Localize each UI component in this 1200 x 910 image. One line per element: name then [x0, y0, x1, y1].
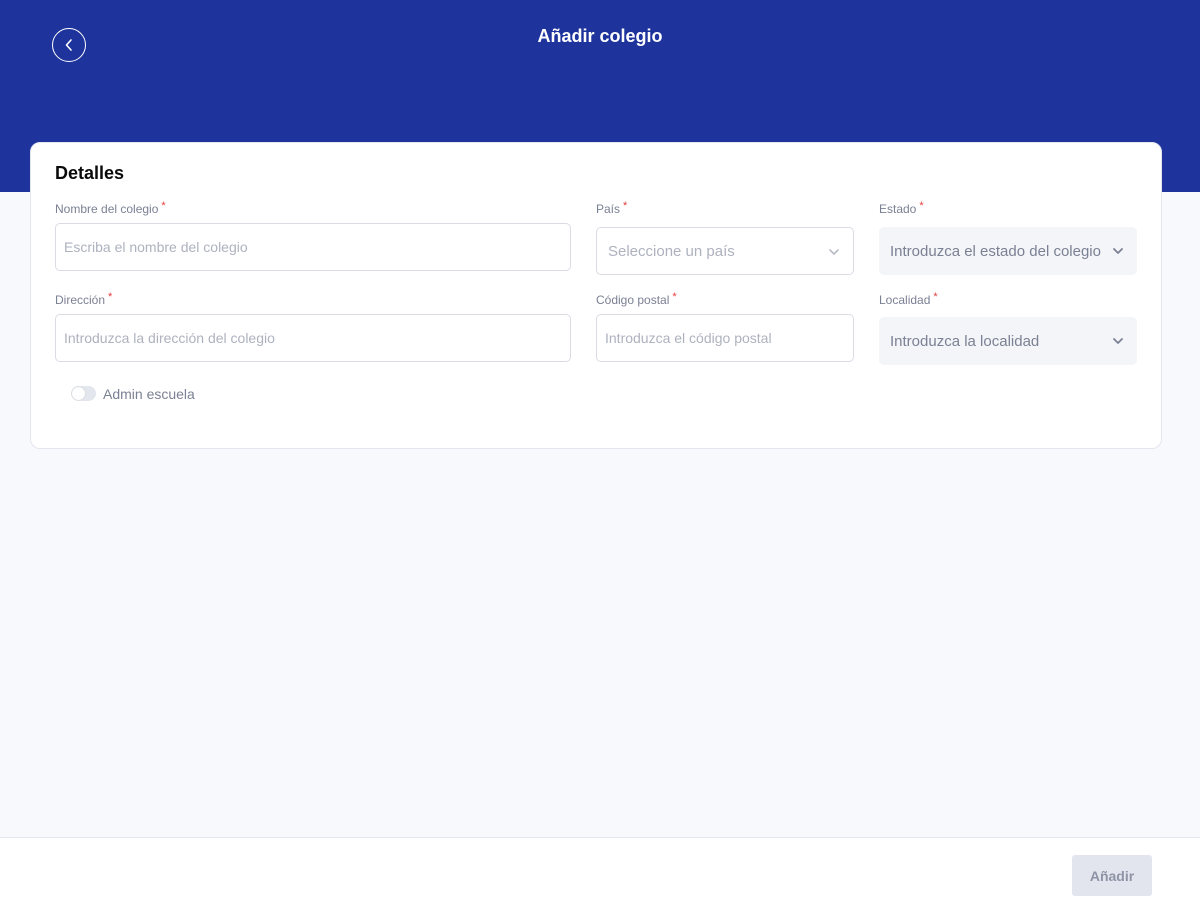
locality-select-value: Introduzca la localidad	[890, 332, 1040, 350]
country-select-value: Seleccione un país	[608, 242, 735, 260]
required-asterisk: *	[919, 200, 924, 212]
state-select[interactable]: Introduzca el estado del colegio	[879, 227, 1137, 275]
address-label: Dirección *	[55, 291, 113, 307]
toggle-knob	[72, 387, 85, 400]
required-asterisk: *	[623, 200, 628, 212]
required-asterisk: *	[672, 291, 677, 303]
address-input[interactable]	[55, 314, 571, 362]
locality-label: Localidad *	[879, 291, 938, 307]
required-asterisk: *	[933, 291, 938, 303]
admin-school-toggle-label: Admin escuela	[103, 386, 195, 402]
locality-select[interactable]: Introduzca la localidad	[879, 317, 1137, 365]
card-title: Detalles	[55, 163, 125, 183]
school-name-input[interactable]	[55, 223, 571, 271]
country-label: País *	[596, 200, 628, 216]
chevron-down-icon	[1113, 338, 1123, 344]
footer-bar: Añadir	[0, 837, 1200, 910]
page: Añadir colegio Detalles Nombre del coleg…	[0, 0, 1200, 910]
state-select-value: Introduzca el estado del colegio	[890, 242, 1101, 260]
page-title: Añadir colegio	[537, 26, 663, 46]
country-select[interactable]: Seleccione un país	[596, 227, 854, 275]
state-label: Estado *	[879, 200, 924, 216]
admin-school-toggle[interactable]	[71, 386, 96, 401]
chevron-down-icon	[1113, 248, 1123, 254]
required-asterisk: *	[108, 291, 113, 303]
postal-code-label: Código postal *	[596, 291, 677, 307]
details-card: Detalles Nombre del colegio * País * Estad…	[30, 142, 1162, 449]
postal-code-input[interactable]	[596, 314, 854, 362]
add-button[interactable]: Añadir	[1072, 855, 1152, 896]
required-asterisk: *	[161, 200, 166, 212]
school-name-label: Nombre del colegio *	[55, 200, 166, 216]
chevron-down-icon	[829, 249, 839, 255]
